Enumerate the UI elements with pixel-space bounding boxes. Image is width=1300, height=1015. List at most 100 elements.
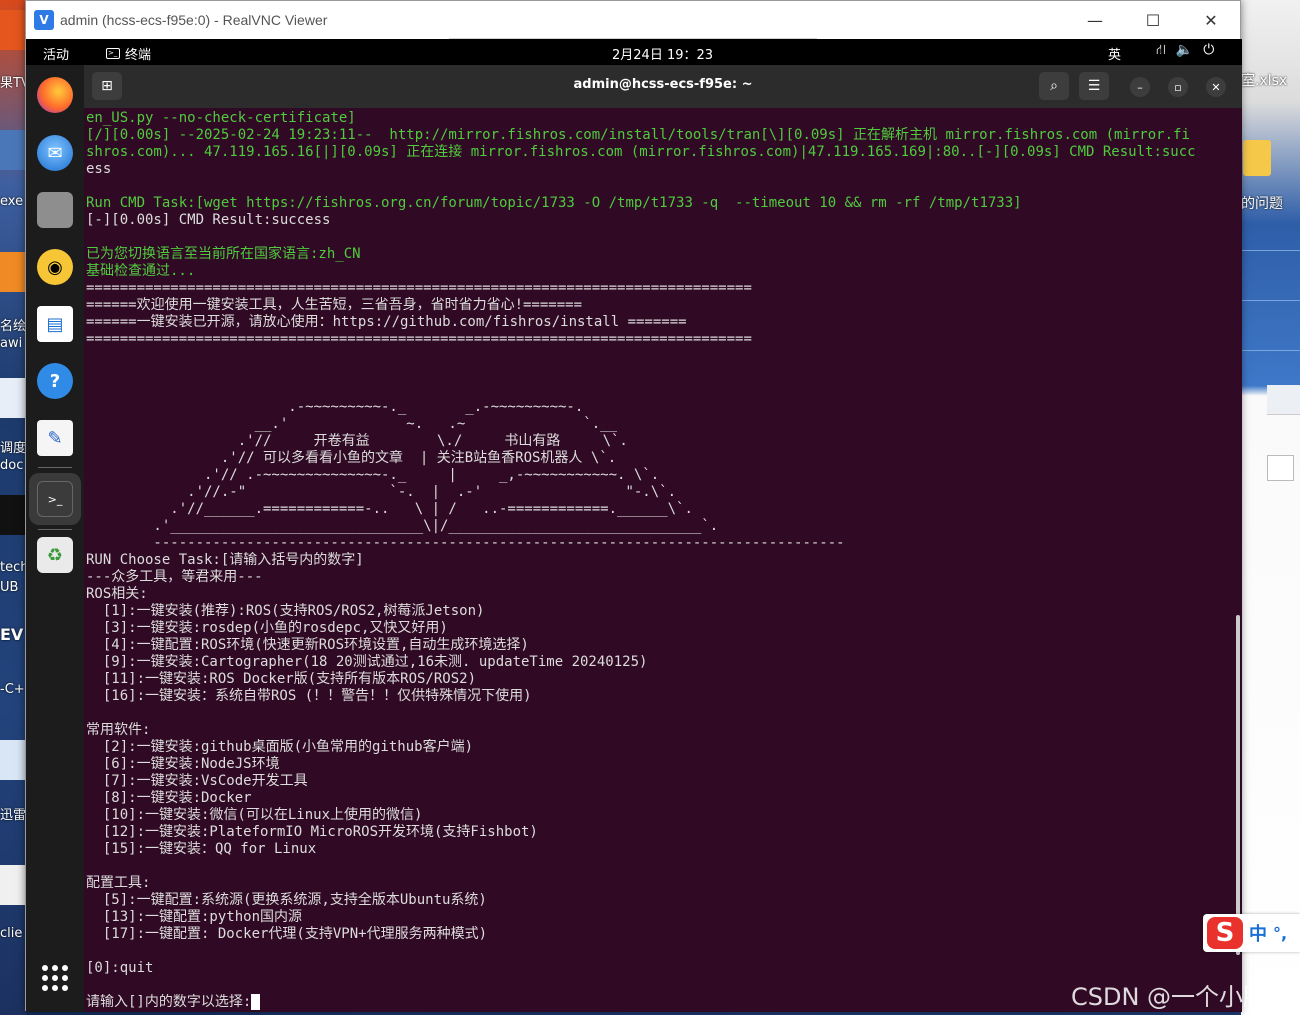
vnc-viewer-window: V admin (hcss-ecs-f95e:0) - RealVNC View…: [25, 0, 1242, 1012]
terminal-line: .-~~~~~~~~~-._ _.-~~~~~~~~~-.: [86, 399, 584, 415]
desktop-label[interactable]: 名绘: [0, 315, 26, 334]
desktop-label[interactable]: tech: [0, 560, 26, 575]
help-icon[interactable]: ?: [37, 363, 73, 399]
terminal-line: .'// 可以多看看小鱼的文章 | 关注B站鱼香ROS机器人 \`.: [86, 450, 617, 466]
folder-icon[interactable]: [1243, 140, 1271, 176]
close-button[interactable]: ✕: [1206, 77, 1226, 97]
terminal-line: ========================================…: [86, 280, 752, 296]
desktop-label[interactable]: EV: [0, 625, 26, 644]
terminal-line: 常用软件:: [86, 722, 151, 738]
search-button[interactable]: ⌕: [1039, 72, 1069, 100]
terminal-small-icon: >_: [106, 48, 120, 59]
desktop-label[interactable]: 迅雷: [0, 804, 26, 823]
desktop-app-tile[interactable]: [0, 10, 26, 50]
terminal-line: en_US.py --no-check-certificate]: [86, 110, 356, 126]
terminal-line: .'//.-" `-. | .-' "-.\`.: [86, 484, 677, 500]
terminal-icon[interactable]: >_: [37, 481, 73, 517]
text-editor-icon[interactable]: ✎: [37, 420, 73, 456]
desktop-label[interactable]: awi: [0, 336, 26, 351]
terminal-line: ======一键安装已开源，请放心使用：https://github.com/f…: [86, 314, 687, 330]
writer-icon[interactable]: ▤: [37, 306, 73, 342]
terminal-line: [8]:一键安装:Docker: [86, 790, 252, 806]
minimize-button[interactable]: –: [1130, 77, 1150, 97]
desktop-app-tile[interactable]: [0, 130, 26, 170]
app-menu[interactable]: >_ 终端: [106, 44, 151, 63]
sogou-logo-icon: S: [1207, 917, 1243, 949]
menu-button[interactable]: ☰: [1079, 72, 1109, 100]
desktop-label[interactable]: 的问题: [1241, 193, 1283, 213]
trash-icon[interactable]: ♻: [37, 537, 73, 573]
terminal-line: Run CMD Task:[wget https://fishros.org.c…: [86, 195, 1022, 211]
terminal-line: [11]:一键安装:ROS Docker版(支持所有版本ROS/ROS2): [86, 671, 477, 687]
terminal-line: [1]:一键安装(推荐):ROS(支持ROS/ROS2,树莓派Jetson): [86, 603, 485, 619]
terminal-header-bar[interactable]: ⊞ admin@hcss-ecs-f95e: ~ ⌕ ☰ – ▫ ✕: [84, 65, 1242, 108]
terminal-line: [2]:一键安装:github桌面版(小鱼常用的github客户端): [86, 739, 474, 755]
terminal-scrollbar[interactable]: [1236, 615, 1240, 955]
terminal-line: 配置工具:: [86, 875, 151, 891]
gnome-top-bar: 活动 >_ 终端 2月24日 19：23 英 ⛙ 🔈 ⏻: [26, 39, 1242, 65]
desktop-label[interactable]: 室.xlsx: [1241, 70, 1287, 90]
network-icon: ⛙: [1156, 42, 1166, 58]
app-menu-label: 终端: [125, 48, 152, 63]
input-method-indicator[interactable]: 英: [1108, 44, 1121, 63]
desktop-label[interactable]: doc: [0, 458, 26, 473]
desktop-label[interactable]: 调度: [0, 437, 26, 456]
terminal-line: 基础检查通过...: [86, 263, 196, 279]
vnc-title-bar[interactable]: V admin (hcss-ecs-f95e:0) - RealVNC View…: [26, 1, 1240, 40]
desktop-label[interactable]: 果TV: [0, 72, 26, 91]
terminal-line: ess: [86, 161, 112, 177]
desktop-label[interactable]: exe: [0, 194, 26, 209]
terminal-line: .'// .-~~~~~~~~~~~~~~-._ | _,-~~~~~~~~~~…: [86, 467, 660, 483]
desktop-right-strip: 室.xlsx 的问题: [1241, 0, 1300, 1015]
desktop-app-tile[interactable]: [0, 495, 26, 535]
dock-separator: [38, 467, 72, 468]
desktop-left-strip: 果TV exe 名绘 awi 调度 doc tech UB EV -C+ 迅雷 …: [0, 0, 26, 1015]
ime-mode[interactable]: 中: [1249, 920, 1267, 946]
terminal-line: ---众多工具，等君来用---: [86, 569, 263, 585]
desktop-app-tile[interactable]: [0, 740, 26, 780]
show-apps-icon[interactable]: [42, 965, 68, 991]
desktop-label[interactable]: UB: [0, 580, 26, 595]
maximize-button[interactable]: ☐: [1124, 1, 1182, 39]
terminal-line: [/][0.00s] --2025-02-24 19:23:11-- http:…: [86, 127, 1190, 143]
sogou-ime-toolbar[interactable]: S 中 °,: [1203, 914, 1300, 952]
clock[interactable]: 2月24日 19：23: [612, 44, 713, 63]
system-tray[interactable]: ⛙ 🔈 ⏻: [1156, 42, 1214, 60]
desktop-app-tile[interactable]: [0, 252, 26, 292]
files-icon[interactable]: [37, 192, 73, 228]
window-title: admin (hcss-ecs-f95e:0) - RealVNC Viewer: [60, 12, 328, 28]
terminal-prompt-line[interactable]: 请输入[]内的数字以选择:: [86, 994, 1234, 1010]
terminal-line: RUN Choose Task:[请输入括号内的数字]: [86, 552, 364, 568]
minimize-button[interactable]: —: [1066, 1, 1124, 39]
desktop-label[interactable]: -C+: [0, 682, 26, 697]
terminal-line: .'______________________________\|/_____…: [86, 518, 719, 534]
firefox-icon[interactable]: [37, 77, 73, 113]
ime-punctuation[interactable]: °,: [1273, 924, 1287, 943]
close-button[interactable]: ✕: [1182, 1, 1240, 39]
activities-button[interactable]: 活动: [43, 44, 69, 63]
background-window-field: [1267, 455, 1294, 481]
terminal-line: [6]:一键安装:NodeJS环境: [86, 756, 280, 772]
desktop-app-tile[interactable]: [0, 865, 26, 905]
terminal-line: 已为您切换语言至当前所在国家语言:zh_CN: [86, 246, 361, 262]
desktop-app-tile[interactable]: [0, 378, 26, 418]
terminal-line: [16]:一键安装：系统自带ROS (！！警告！！仅供特殊情况下使用): [86, 688, 532, 704]
ubuntu-desktop: 活动 >_ 终端 2月24日 19：23 英 ⛙ 🔈 ⏻ ✉ ◉ ▤ ? ✎ >…: [26, 39, 1242, 1012]
rhythmbox-icon[interactable]: ◉: [37, 249, 73, 285]
power-icon: ⏻: [1203, 42, 1215, 58]
realvnc-logo-icon: V: [34, 10, 54, 30]
thunderbird-icon[interactable]: ✉: [37, 135, 73, 171]
terminal-line: [9]:一键安装:Cartographer(18 20测试通过,16未测. up…: [86, 654, 648, 670]
terminal-line: [5]:一键配置:系统源(更换系统源,支持全版本Ubuntu系统): [86, 892, 487, 908]
terminal-line: [15]:一键安装：QQ for Linux: [86, 841, 317, 857]
desktop-label[interactable]: clie: [0, 926, 26, 941]
terminal-output[interactable]: en_US.py --no-check-certificate] [/][0.00…: [86, 110, 1234, 1010]
background-window-pane: [1267, 385, 1300, 415]
window-controls: — ☐ ✕: [1066, 1, 1240, 39]
restore-button[interactable]: ▫: [1168, 77, 1188, 97]
